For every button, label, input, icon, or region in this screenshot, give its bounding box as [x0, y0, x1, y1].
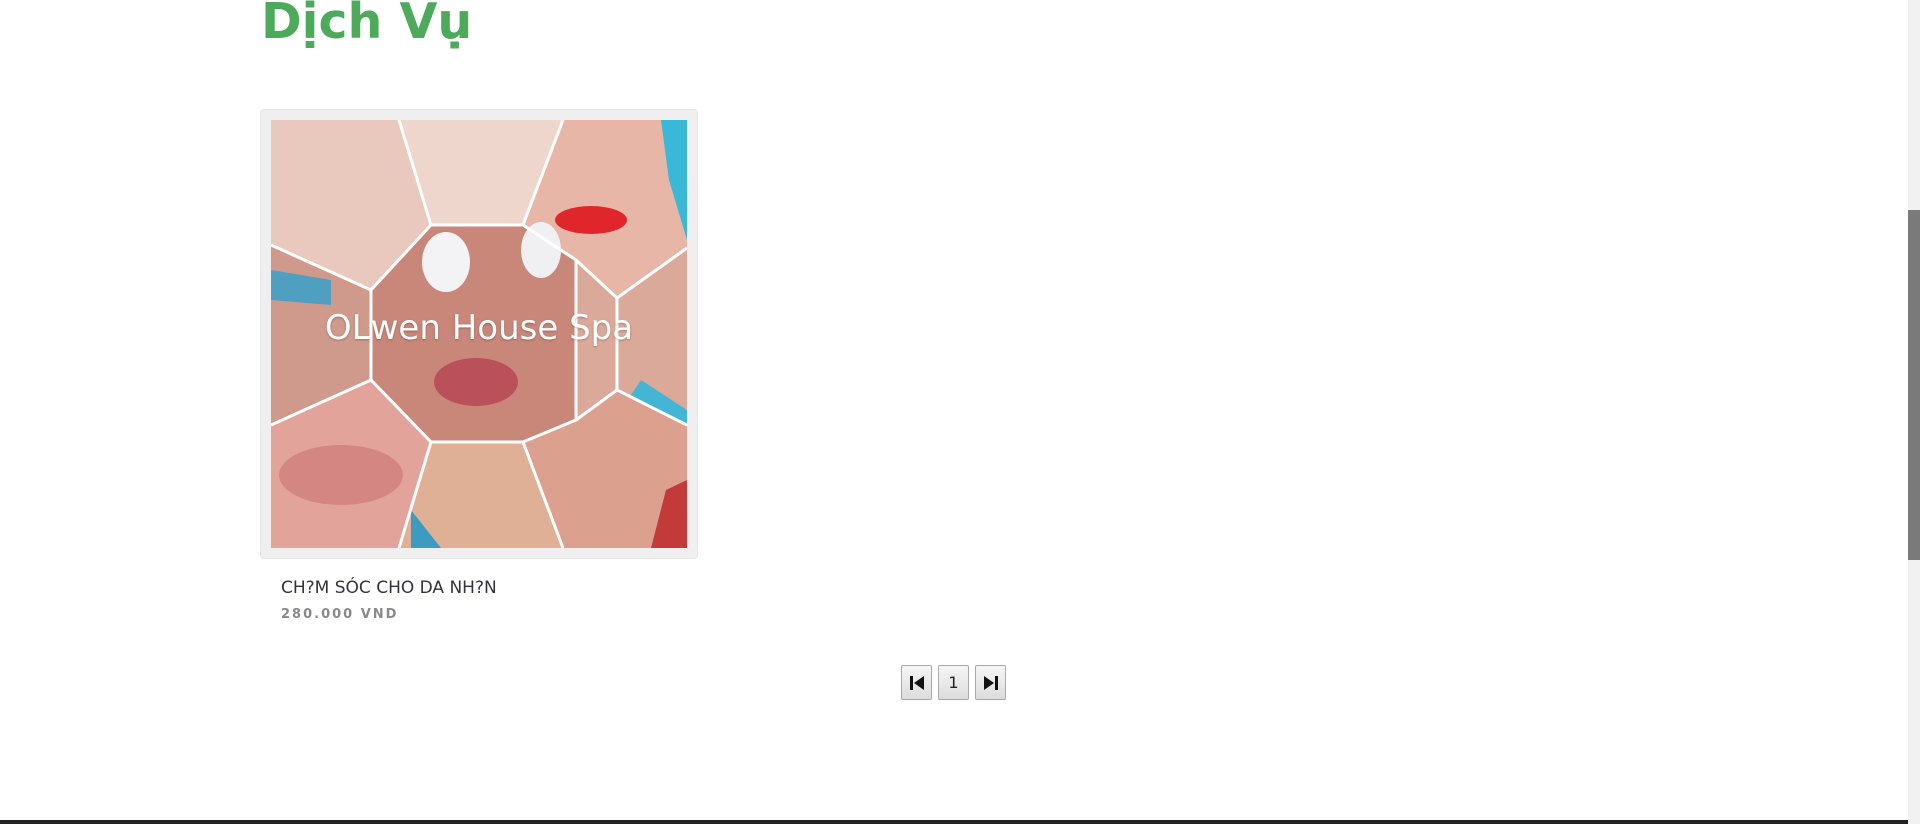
product-name[interactable]: CH?M SÓC CHO DA NH?N — [281, 578, 497, 598]
last-page-icon — [983, 675, 998, 690]
first-page-button[interactable] — [901, 665, 932, 700]
scrollbar-track[interactable] — [1908, 0, 1920, 824]
scrollbar-thumb[interactable] — [1908, 210, 1920, 560]
footer-divider — [0, 820, 1908, 824]
product-card[interactable]: OLwen House Spa — [260, 109, 698, 559]
product-image[interactable]: OLwen House Spa — [271, 120, 687, 548]
first-page-icon — [909, 675, 924, 690]
image-caption: OLwen House Spa — [324, 308, 634, 348]
page-1-button[interactable]: 1 — [938, 665, 969, 700]
page-title: Dịch Vụ — [261, 0, 473, 50]
pagination: 1 — [901, 665, 1006, 700]
last-page-button[interactable] — [975, 665, 1006, 700]
product-price: 280.000 VND — [281, 607, 399, 622]
